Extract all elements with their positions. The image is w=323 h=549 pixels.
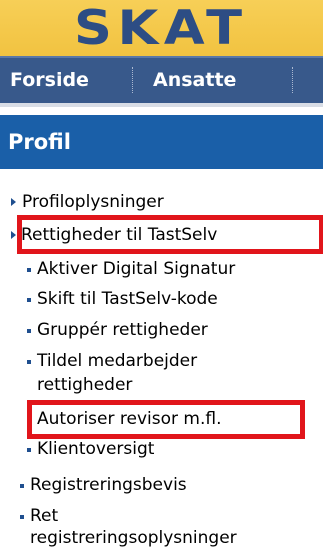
bullet-icon bbox=[27, 268, 31, 272]
menu-item-aktiver-digital-signatur[interactable]: Aktiver Digital Signatur bbox=[37, 258, 235, 280]
menu-item-label: Klientoversigt bbox=[37, 439, 155, 459]
nav-forside[interactable]: Forside bbox=[10, 58, 89, 103]
skat-logo[interactable]: SKAT bbox=[74, 3, 323, 55]
menu-item-ret-registreringsoplysninger[interactable]: Ret bbox=[30, 505, 58, 527]
nav-separator bbox=[292, 67, 293, 93]
menu-item-tildel-medarbejder-rettigheder-line2[interactable]: rettigheder bbox=[37, 374, 132, 396]
nav-ansatte[interactable]: Ansatte bbox=[153, 58, 236, 103]
highlight-box-autoriser bbox=[27, 400, 305, 439]
section-header: Profil bbox=[0, 115, 323, 169]
menu-item-label: Aktiver Digital Signatur bbox=[37, 259, 236, 279]
bullet-icon bbox=[20, 515, 24, 519]
menu-item-registreringsbevis[interactable]: Registreringsbevis bbox=[30, 474, 187, 496]
menu-item-grupper-rettigheder[interactable]: Gruppér rettigheder bbox=[37, 319, 208, 341]
bullet-icon bbox=[27, 298, 31, 302]
logo-bar: SKAT bbox=[0, 0, 323, 56]
menu-item-label: Skift til TastSelv-kode bbox=[37, 289, 218, 309]
bullet-icon bbox=[20, 484, 24, 488]
section-title: Profil bbox=[8, 130, 71, 154]
menu-item-skift-tastselv-kode[interactable]: Skift til TastSelv-kode bbox=[37, 288, 218, 310]
menu-item-label: Tildel medarbejder bbox=[37, 351, 198, 371]
menu-item-profiloplysninger[interactable]: Profiloplysninger bbox=[22, 191, 164, 213]
highlight-box-rettigheder bbox=[17, 215, 323, 254]
menu-item-label: Ret bbox=[30, 506, 59, 526]
bullet-icon bbox=[27, 448, 31, 452]
menu-item-label: Gruppér rettigheder bbox=[37, 320, 208, 340]
arrow-icon bbox=[11, 198, 16, 206]
bullet-icon bbox=[27, 329, 31, 333]
bullet-icon bbox=[27, 360, 31, 364]
arrow-icon bbox=[11, 231, 16, 239]
menu-item-tildel-medarbejder-rettigheder[interactable]: Tildel medarbejder bbox=[37, 350, 197, 372]
menu-item-label: rettigheder bbox=[37, 375, 133, 395]
menu-item-label: registreringsoplysninger bbox=[30, 528, 237, 548]
menu-item-klientoversigt[interactable]: Klientoversigt bbox=[37, 438, 154, 460]
menu-item-ret-registreringsoplysninger-line2[interactable]: registreringsoplysninger bbox=[30, 527, 237, 549]
menu-item-label: Profiloplysninger bbox=[22, 192, 164, 212]
top-navigation: Forside Ansatte bbox=[0, 56, 323, 107]
nav-separator bbox=[132, 67, 133, 93]
menu-item-label: Registreringsbevis bbox=[30, 475, 187, 495]
